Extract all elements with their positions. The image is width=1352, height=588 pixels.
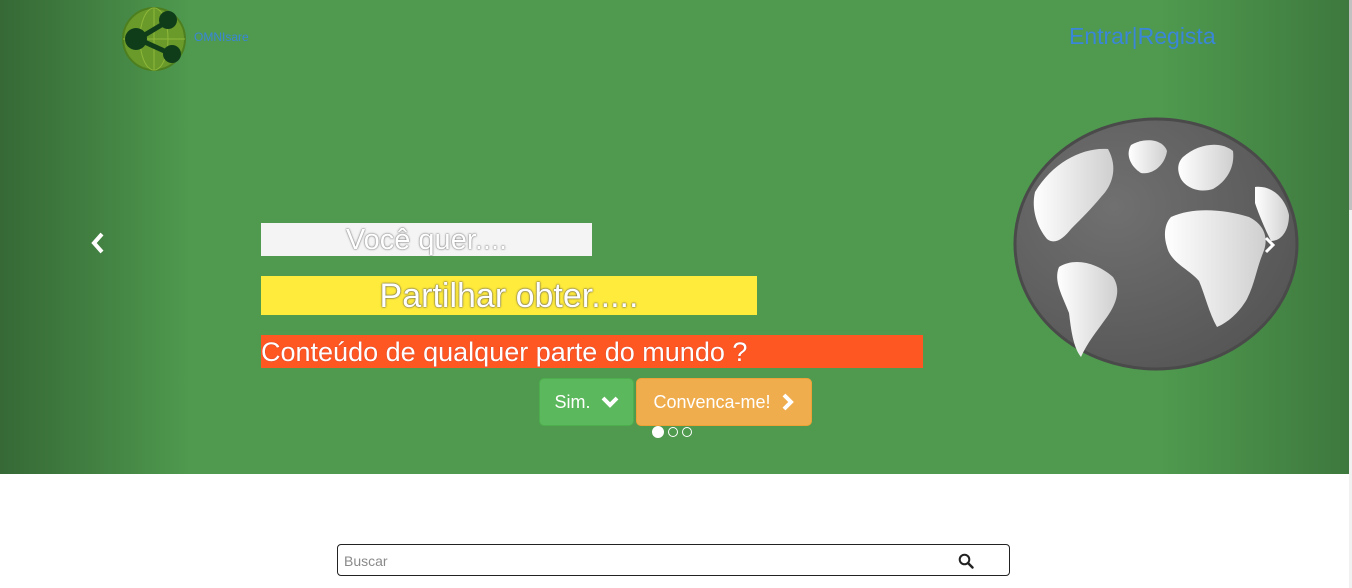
globe-image (1013, 117, 1299, 371)
yes-button[interactable]: Sim. (539, 378, 634, 426)
carousel-indicator-2[interactable] (668, 427, 678, 437)
convince-me-button-label: Convenca-me! (653, 391, 771, 412)
carousel-indicators (652, 426, 692, 438)
chevron-left-icon (91, 232, 104, 254)
headline-line-1: Você quer.... (261, 223, 592, 256)
convince-me-button[interactable]: Convenca-me! (636, 378, 812, 426)
search-input[interactable] (342, 549, 946, 573)
carousel-indicator-1[interactable] (652, 426, 664, 438)
auth-links: Entrar|Regista (1069, 23, 1216, 50)
chevron-right-icon (782, 393, 794, 411)
carousel-prev-button[interactable] (90, 232, 106, 259)
chevron-down-icon (601, 396, 618, 408)
brand-name[interactable]: OMNIsare (194, 30, 249, 44)
carousel-indicator-3[interactable] (682, 427, 692, 437)
login-link[interactable]: Entrar (1069, 23, 1132, 49)
hero-carousel: OMNIsare Entrar|Regista Você quer.... Pa… (0, 0, 1349, 474)
register-link[interactable]: Regista (1138, 23, 1216, 49)
headline-line-2: Partilhar obter..... (261, 276, 757, 315)
search-bar (337, 544, 1010, 576)
headline-line-3: Conteúdo de qualquer parte do mundo ? (261, 335, 923, 368)
chevron-right-icon (1264, 236, 1276, 254)
logo-share-icon[interactable] (121, 6, 187, 72)
search-icon[interactable] (958, 553, 974, 569)
yes-button-label: Sim. (554, 391, 591, 412)
carousel-next-button[interactable] (1262, 236, 1276, 259)
